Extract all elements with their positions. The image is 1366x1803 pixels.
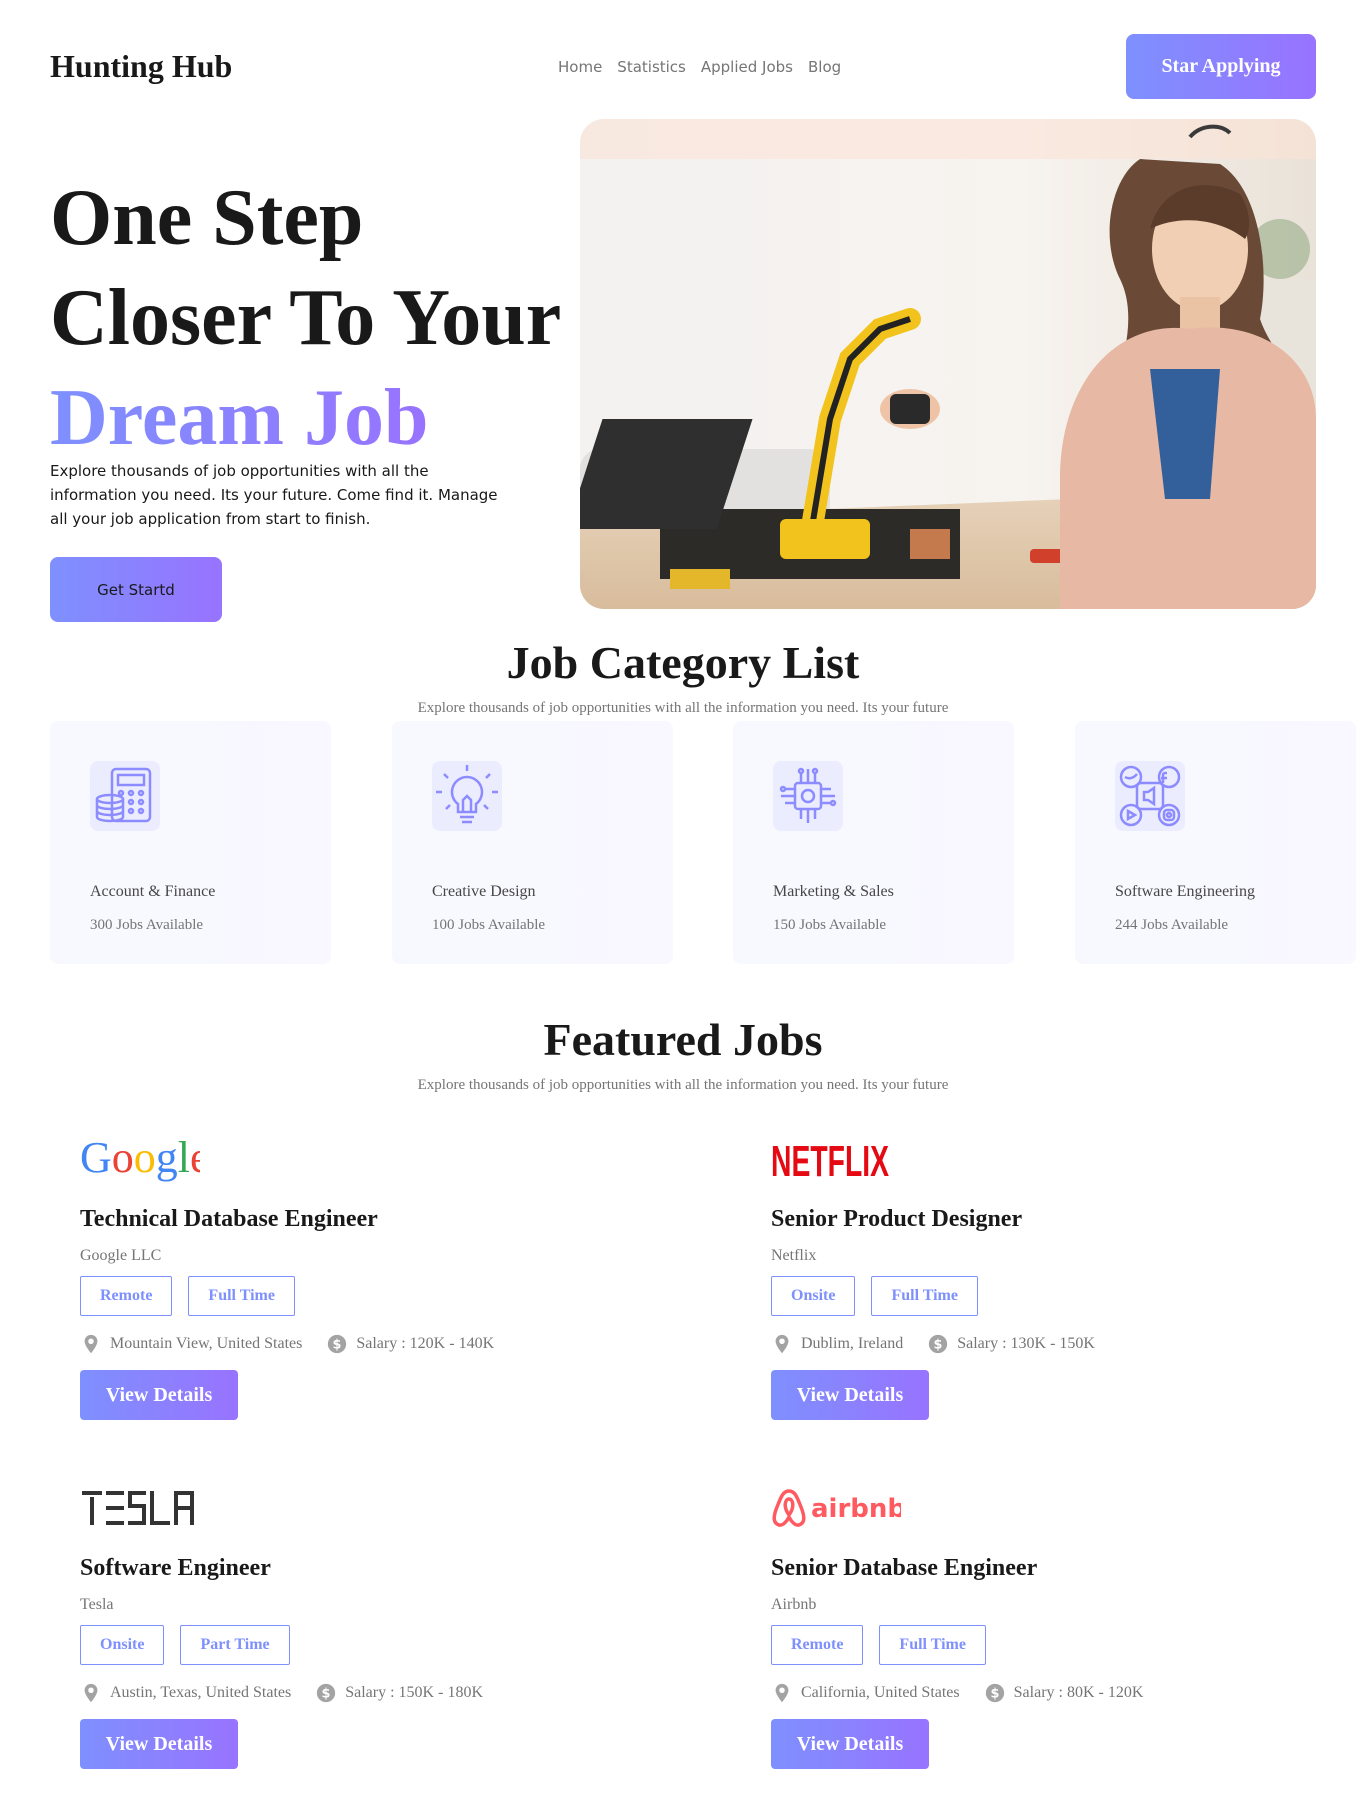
hero-title: One Step Closer To Your Dream Job <box>50 168 561 468</box>
nav-home[interactable]: Home <box>558 58 602 76</box>
category-name: Software Engineering <box>1115 883 1255 900</box>
category-section-subtitle: Explore thousands of job opportunities w… <box>417 700 949 716</box>
job-card: NETFLIX Senior Product Designer Netflix … <box>771 1134 1366 1454</box>
job-meta: Dublim, Ireland $ Salary : 130K - 150K <box>771 1333 1095 1355</box>
dollar-icon: $ <box>929 1334 948 1354</box>
category-name: Creative Design <box>432 883 536 900</box>
job-tag-type: Full Time <box>188 1276 295 1316</box>
job-company: Airbnb <box>771 1596 817 1613</box>
job-tag-type: Full Time <box>871 1276 978 1316</box>
view-details-button[interactable]: View Details <box>771 1370 929 1420</box>
job-tag-workplace: Remote <box>80 1276 173 1316</box>
svg-text:airbnb: airbnb <box>811 1494 901 1524</box>
job-title: Technical Database Engineer <box>80 1206 378 1232</box>
job-salary: Salary : 130K - 150K <box>957 1335 1095 1352</box>
job-salary: Salary : 120K - 140K <box>356 1335 495 1352</box>
category-section-title: Job Category List <box>506 637 860 688</box>
start-applying-button[interactable]: Star Applying <box>1126 34 1316 99</box>
hero-title-line-1: One Step <box>50 174 364 262</box>
job-meta: California, United States $ Salary : 80K… <box>771 1682 1143 1704</box>
svg-text:$: $ <box>990 1687 999 1702</box>
google-logo: Google <box>80 1134 200 1184</box>
job-meta: Austin, Texas, United States $ Salary : … <box>80 1682 483 1704</box>
category-count: 244 Jobs Available <box>1115 917 1229 933</box>
job-tag-type: Full Time <box>879 1625 986 1665</box>
svg-text:$: $ <box>934 1338 943 1353</box>
location-pin-icon <box>84 1683 98 1703</box>
dollar-icon: $ <box>317 1683 336 1703</box>
job-tag-type: Part Time <box>180 1625 290 1665</box>
category-card-marketing-sales[interactable]: Marketing & Sales 150 Jobs Available <box>733 721 1014 964</box>
main-nav: Home Statistics Applied Jobs Blog <box>558 58 841 76</box>
featured-section-title: Featured Jobs <box>543 1014 823 1065</box>
job-company: Google LLC <box>80 1247 162 1264</box>
category-count: 100 Jobs Available <box>432 917 546 933</box>
job-company: Netflix <box>771 1247 817 1264</box>
svg-text:$: $ <box>333 1338 342 1353</box>
job-tag-workplace: Onsite <box>771 1276 856 1316</box>
job-tags: Remote Full Time <box>80 1276 295 1316</box>
job-salary: Salary : 80K - 120K <box>1013 1684 1144 1701</box>
job-tag-workplace: Remote <box>771 1625 864 1665</box>
job-title: Senior Product Designer <box>771 1206 1023 1232</box>
hero-title-line-2: Closer To Your <box>50 274 562 362</box>
job-tags: Onsite Part Time <box>80 1625 290 1665</box>
hero-image <box>580 119 1316 609</box>
view-details-button[interactable]: View Details <box>771 1719 929 1769</box>
nav-applied-jobs[interactable]: Applied Jobs <box>701 58 793 76</box>
category-count: 300 Jobs Available <box>90 917 204 933</box>
job-meta: Mountain View, United States $ Salary : … <box>80 1333 494 1355</box>
view-details-button[interactable]: View Details <box>80 1370 238 1420</box>
category-name: Account & Finance <box>90 883 216 900</box>
job-card: Software Engineer Tesla Onsite Part Time… <box>80 1483 680 1803</box>
location-pin-icon <box>775 1683 789 1703</box>
job-card: Google Technical Database Engineer Googl… <box>80 1134 680 1454</box>
job-tag-workplace: Onsite <box>80 1625 165 1665</box>
location-pin-icon <box>775 1334 789 1354</box>
job-title: Software Engineer <box>80 1555 271 1581</box>
tesla-logo <box>80 1483 200 1533</box>
svg-text:$: $ <box>322 1687 331 1702</box>
get-started-button[interactable]: Get Startd <box>50 557 222 622</box>
job-location: Austin, Texas, United States <box>110 1684 292 1701</box>
svg-text:NETFLIX: NETFLIX <box>771 1137 889 1184</box>
svg-text:Google: Google <box>80 1134 200 1182</box>
job-title: Senior Database Engineer <box>771 1555 1038 1581</box>
job-location: California, United States <box>801 1684 960 1701</box>
job-company: Tesla <box>80 1596 114 1613</box>
featured-section-subtitle: Explore thousands of job opportunities w… <box>417 1077 949 1093</box>
nav-statistics[interactable]: Statistics <box>617 58 686 76</box>
social-media-icon <box>1115 761 1185 831</box>
job-location: Dublim, Ireland <box>801 1335 904 1352</box>
category-card-software-engineering[interactable]: Software Engineering 244 Jobs Available <box>1075 721 1356 964</box>
hero-title-accent: Dream Job <box>50 374 429 462</box>
circuit-chip-icon <box>773 761 843 831</box>
location-pin-icon <box>84 1334 98 1354</box>
view-details-button[interactable]: View Details <box>80 1719 238 1769</box>
job-tags: Onsite Full Time <box>771 1276 978 1316</box>
category-count: 150 Jobs Available <box>773 917 887 933</box>
category-card-account-finance[interactable]: Account & Finance 300 Jobs Available <box>50 721 331 964</box>
nav-blog[interactable]: Blog <box>808 58 841 76</box>
airbnb-logo: airbnb <box>771 1483 901 1533</box>
category-name: Marketing & Sales <box>773 883 894 900</box>
category-card-creative-design[interactable]: Creative Design 100 Jobs Available <box>392 721 673 964</box>
dollar-icon: $ <box>328 1334 347 1354</box>
job-salary: Salary : 150K - 180K <box>345 1684 483 1701</box>
netflix-logo: NETFLIX <box>771 1134 891 1184</box>
job-location: Mountain View, United States <box>110 1335 303 1352</box>
calculator-coins-icon <box>90 761 160 831</box>
job-card: airbnb Senior Database Engineer Airbnb R… <box>771 1483 1366 1803</box>
dollar-icon: $ <box>985 1683 1004 1703</box>
hero-description: Explore thousands of job opportunities w… <box>50 462 498 528</box>
lightbulb-icon <box>432 761 502 831</box>
job-tags: Remote Full Time <box>771 1625 986 1665</box>
brand-logo[interactable]: Hunting Hub <box>50 48 232 85</box>
